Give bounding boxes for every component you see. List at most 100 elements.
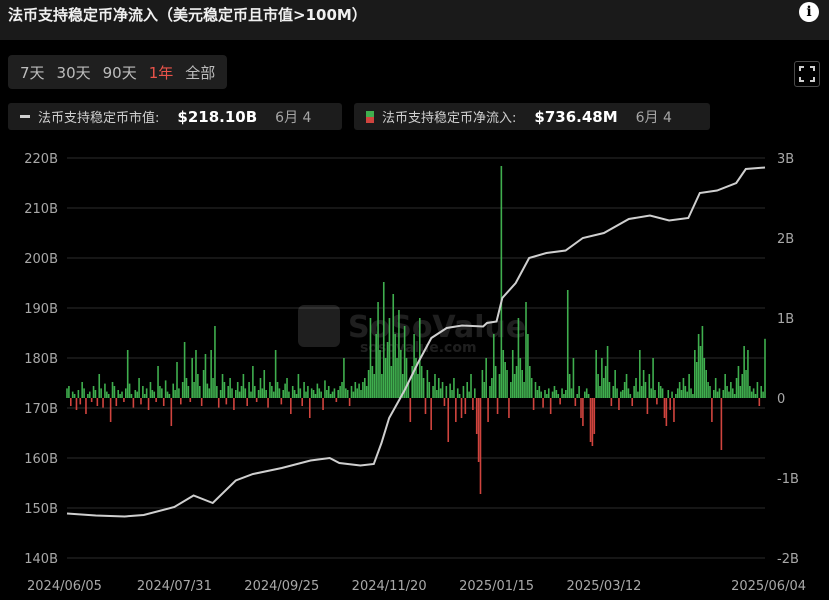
- inflow-bar: [236, 382, 239, 398]
- inflow-bar: [483, 382, 486, 398]
- inflow-bar: [667, 390, 670, 398]
- inflow-bar: [633, 386, 635, 398]
- left-axis: 140B 150B 160B 170B 180B 190B 200B 210B 220B: [24, 152, 58, 567]
- inflow-bar: [530, 378, 533, 398]
- inflow-bar: [411, 366, 414, 398]
- inflow-bar: [449, 383, 451, 398]
- inflow-bar: [223, 382, 226, 398]
- inflow-bar: [572, 358, 575, 398]
- inflow-bar: [570, 388, 573, 398]
- tab-90d[interactable]: 90天: [97, 62, 143, 83]
- watermark: SoSoValue sosovalue.com: [298, 305, 526, 356]
- inflow-bar: [202, 370, 205, 398]
- inflow-bar: [405, 358, 408, 398]
- inflow-bar: [310, 388, 313, 398]
- inflow-bar: [492, 334, 495, 398]
- inflow-bar: [477, 398, 480, 462]
- inflow-bar: [238, 391, 241, 398]
- inflow-bar: [157, 366, 159, 398]
- inflow-bar: [639, 350, 641, 398]
- inflow-bar: [602, 378, 605, 398]
- inflow-bar: [443, 398, 446, 406]
- x-tick-label: 2024/09/25: [244, 579, 319, 594]
- inflow-bar: [731, 388, 734, 398]
- inflow-bar: [663, 398, 666, 418]
- inflow-bar: [475, 398, 478, 434]
- inflow-bar: [470, 374, 472, 398]
- inflow-bar: [420, 366, 423, 398]
- inflow-bar: [159, 386, 161, 398]
- left-tick-label: 150B: [24, 502, 58, 517]
- inflow-bar: [568, 374, 571, 398]
- tab-1y[interactable]: 1年: [143, 62, 180, 83]
- inflow-bar: [297, 374, 300, 398]
- x-tick-label: 2024/06/05: [27, 579, 102, 594]
- inflow-bar: [280, 398, 283, 405]
- inflow-bar: [491, 378, 493, 398]
- tab-30d[interactable]: 30天: [51, 62, 97, 83]
- inflow-bar: [468, 391, 470, 398]
- chart-canvas[interactable]: SoSoValue sosovalue.com 140B 150B 160B 170B…: [0, 140, 829, 600]
- inflow-bar: [373, 374, 376, 398]
- tab-7d[interactable]: 7天: [14, 62, 51, 83]
- fullscreen-button[interactable]: [794, 61, 820, 87]
- inflow-bar: [578, 386, 580, 398]
- inflow-bar: [386, 342, 389, 398]
- legend-net-inflow[interactable]: 法币支持稳定币净流入: $736.48M 6月 4: [354, 103, 710, 130]
- inflow-bar: [259, 378, 262, 398]
- x-tick-label: 2024/07/31: [137, 579, 212, 594]
- inflow-bar: [331, 391, 334, 398]
- inflow-bar: [511, 350, 514, 398]
- inflow-bar: [272, 391, 275, 398]
- inflow-bar: [166, 391, 169, 398]
- inflow-bar: [295, 394, 298, 398]
- inflow-bar: [240, 386, 243, 398]
- info-icon[interactable]: i: [799, 2, 819, 22]
- inflow-bar: [705, 370, 707, 398]
- inflow-bar: [197, 374, 199, 398]
- inflow-bar: [489, 386, 491, 398]
- inflow-bar: [657, 382, 660, 398]
- inflow-bar: [136, 391, 138, 398]
- inflow-bar: [345, 388, 347, 398]
- inflow-bar: [200, 398, 203, 406]
- bar-swatch-icon: [366, 110, 374, 123]
- inflow-bar: [621, 390, 624, 398]
- inflow-bar: [750, 391, 753, 398]
- inflow-bar: [682, 378, 685, 398]
- inflow-bar: [574, 398, 577, 406]
- inflow-bar: [504, 362, 506, 398]
- inflow-bar: [724, 374, 726, 398]
- inflow-bar: [625, 374, 628, 398]
- inflow-bar: [703, 358, 706, 398]
- inflow-bar: [712, 390, 715, 398]
- inflow-bar: [119, 394, 121, 398]
- inflow-bar: [66, 388, 68, 398]
- inflow-bar: [673, 398, 675, 422]
- inflow-bar: [88, 391, 91, 398]
- inflow-bar: [107, 394, 110, 398]
- inflow-bar: [618, 398, 620, 410]
- tab-all[interactable]: 全部: [179, 62, 221, 83]
- inflow-bar: [367, 370, 370, 398]
- inflow-bar: [291, 386, 294, 398]
- inflow-bar: [752, 388, 755, 398]
- inflow-bar: [227, 386, 230, 398]
- inflow-bar: [324, 380, 326, 398]
- inflow-bar: [100, 388, 102, 398]
- inflow-bar: [737, 366, 740, 398]
- x-tick-label: 2025/01/15: [459, 579, 534, 594]
- inflow-bar: [229, 378, 231, 398]
- right-tick-label: 2B: [777, 232, 794, 247]
- inflow-bar: [760, 386, 763, 398]
- inflow-bar: [544, 390, 546, 398]
- inflow-bar: [447, 398, 450, 442]
- inflow-bar: [547, 388, 550, 398]
- inflow-bar: [527, 334, 529, 398]
- legend-market-cap[interactable]: 法币支持稳定币市值: $218.10B 6月 4: [8, 103, 342, 130]
- inflow-bar: [680, 390, 683, 398]
- x-tick-label: 2025/06/04: [731, 579, 806, 594]
- inflow-bar: [212, 378, 214, 398]
- inflow-bar: [515, 366, 518, 398]
- inflow-bar: [697, 334, 700, 398]
